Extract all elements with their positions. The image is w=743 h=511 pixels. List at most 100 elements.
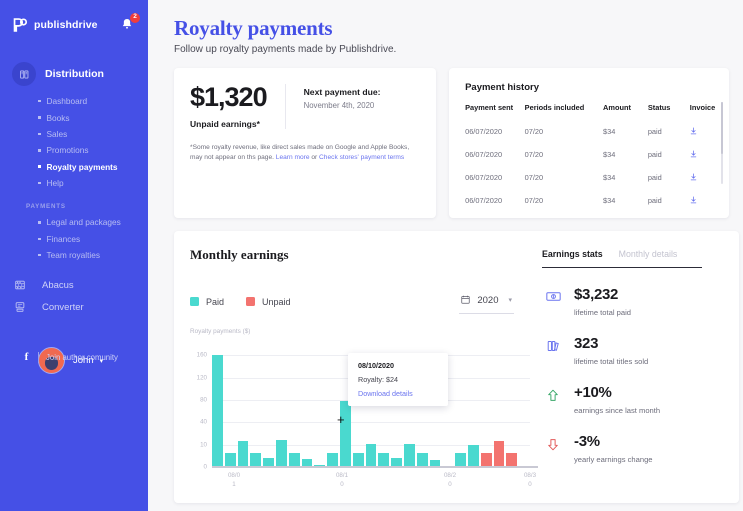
sidebar-item-legal-and-packages-label: Legal and packages	[46, 217, 121, 228]
chart-bar[interactable]	[378, 453, 390, 467]
chart-bar[interactable]	[212, 355, 223, 467]
chart-bar[interactable]	[480, 453, 492, 467]
join-community-link[interactable]: f Join author comunity	[0, 351, 148, 363]
stat-yearly-earnings-change: -3% yearly earnings change	[542, 434, 739, 464]
chart-bar[interactable]	[493, 441, 505, 467]
column-payment-sent: Payment sent	[465, 103, 514, 112]
chart-bar[interactable]	[250, 453, 262, 467]
chart-bar[interactable]	[416, 453, 428, 467]
download-icon	[690, 172, 697, 183]
invoice-download-button[interactable]	[690, 143, 729, 166]
stat-value: 323	[574, 335, 599, 352]
sidebar-item-books[interactable]: Books	[0, 109, 148, 125]
year-selector[interactable]: 2020 ▾	[459, 289, 514, 314]
cell-amount: $34	[603, 196, 616, 205]
download-details-link[interactable]: Download details	[358, 389, 438, 398]
stat-value: $3,232	[574, 286, 619, 303]
sidebar-sub-list: Dashboard Books Sales Promotions Royalty…	[0, 93, 148, 191]
cell-payment-sent: 06/07/2020	[465, 127, 503, 136]
bar-chart: Royalty payments ($) 0 10 40 80 120 160 + 08/…	[190, 328, 538, 489]
tab-monthly-details[interactable]: Monthly details	[619, 249, 678, 267]
invoice-download-button[interactable]	[690, 166, 729, 189]
tooltip-date: 08/10/2020	[358, 361, 394, 370]
sidebar-item-promotions[interactable]: Promotions	[0, 142, 148, 158]
sidebar-item-finances-label: Finances	[46, 233, 81, 244]
sidebar-item-finances[interactable]: Finances	[0, 231, 148, 247]
bullet-icon	[38, 116, 41, 119]
earnings-stats-panel: Earnings stats Monthly details $3,232 li…	[542, 247, 739, 503]
next-payment-date: November 4th, 2020	[303, 101, 375, 110]
notification-badge: 2	[130, 12, 140, 23]
chart-bar[interactable]	[275, 440, 287, 467]
earnings-footnote: *Some royalty revenue, like direct sales…	[190, 143, 420, 163]
sidebar-item-sales[interactable]: Sales	[0, 126, 148, 142]
x-axis-tick: 08/2 0	[443, 472, 457, 489]
payment-history-title: Payment history	[465, 82, 539, 93]
table-scrollbar[interactable]	[720, 102, 723, 184]
abacus-icon	[12, 279, 28, 291]
sidebar-item-distribution-label: Distribution	[45, 68, 104, 80]
table-row: 06/07/2020 07/20 $34 paid	[449, 143, 729, 166]
chart-plot-area[interactable]: 0 10 40 80 120 160 + 08/10/2020 Royalty: $24 …	[197, 341, 538, 471]
check-stores-payment-terms-link[interactable]: Check stores' payment terms	[319, 154, 404, 161]
stats-tabs: Earnings stats Monthly details	[542, 249, 702, 268]
sidebar-item-team-royalties[interactable]: Team royalties	[0, 247, 148, 263]
bullet-icon	[38, 165, 41, 168]
invoice-download-button[interactable]	[690, 120, 729, 143]
chart-bar[interactable]	[365, 443, 377, 467]
sidebar-item-abacus[interactable]: Abacus	[0, 279, 148, 291]
stat-lifetime-titles-sold: 323 lifetime total titles sold	[542, 336, 739, 366]
chart-bar[interactable]	[506, 453, 518, 467]
x-axis-tick: 08/3 0	[523, 472, 537, 489]
chart-bar[interactable]	[327, 453, 338, 467]
sidebar-item-promotions-label: Promotions	[46, 145, 89, 156]
sidebar-item-help[interactable]: Help	[0, 175, 148, 191]
cell-periods: 07/20	[524, 150, 544, 159]
tooltip-value: Royalty: $24	[358, 375, 398, 384]
sidebar: publishdrive 2 Distribution Dashboard Bo…	[0, 0, 148, 511]
cell-periods: 07/20	[524, 127, 544, 136]
page-subtitle: Follow up royalty payments made by Publi…	[174, 44, 397, 55]
chart-bar[interactable]	[288, 453, 300, 467]
column-status: Status	[647, 103, 671, 112]
chart-bar[interactable]	[467, 444, 479, 467]
y-axis-tick: 10	[200, 441, 207, 449]
sidebar-item-converter[interactable]: Converter	[0, 301, 148, 313]
sidebar-item-royalty-payments[interactable]: Royalty payments	[0, 159, 148, 175]
sidebar-item-dashboard[interactable]: Dashboard	[0, 93, 148, 109]
column-periods-included: Periods included	[524, 103, 585, 112]
publishdrive-logo-icon	[12, 17, 29, 33]
cell-amount: $34	[603, 127, 616, 136]
sidebar-item-books-label: Books	[46, 112, 70, 123]
chart-bar[interactable]	[224, 453, 236, 467]
books-icon	[542, 336, 564, 352]
y-axis-tick: 40	[200, 418, 207, 426]
tab-earnings-stats[interactable]: Earnings stats	[542, 249, 603, 267]
brand-row: publishdrive 2	[0, 10, 148, 36]
arrow-up-icon	[542, 385, 564, 402]
divider	[38, 351, 39, 363]
bullet-icon	[38, 132, 41, 136]
stat-label: lifetime total paid	[574, 308, 631, 317]
sidebar-item-distribution[interactable]: Distribution	[0, 62, 148, 86]
next-payment-title: Next payment due:	[303, 87, 381, 97]
download-icon	[690, 149, 697, 160]
payment-history-body: 06/07/2020 07/20 $34 paid 06/07/2020 07/…	[449, 120, 729, 212]
summary-cards-row: $1,320 Unpaid earnings* Next payment due…	[174, 68, 729, 218]
chart-bar[interactable]	[455, 453, 466, 467]
arrow-down-icon	[542, 434, 564, 451]
learn-more-link[interactable]: Learn more	[276, 154, 310, 161]
download-icon	[690, 195, 697, 206]
chart-bar[interactable]	[237, 441, 249, 467]
chart-bar[interactable]	[339, 400, 351, 467]
chart-bar[interactable]	[403, 443, 415, 467]
x-axis-tick: 08/0 1	[227, 472, 241, 489]
sidebar-item-legal-and-packages[interactable]: Legal and packages	[0, 214, 148, 230]
column-invoice: Invoice	[689, 103, 716, 112]
cell-status: paid	[647, 150, 662, 159]
chart-bar[interactable]	[352, 453, 364, 467]
table-header-row: Payment sent Periods included Amount Sta…	[449, 103, 729, 120]
notifications-button[interactable]: 2	[120, 12, 140, 34]
invoice-download-button[interactable]	[690, 189, 729, 212]
cell-amount: $34	[603, 173, 616, 182]
